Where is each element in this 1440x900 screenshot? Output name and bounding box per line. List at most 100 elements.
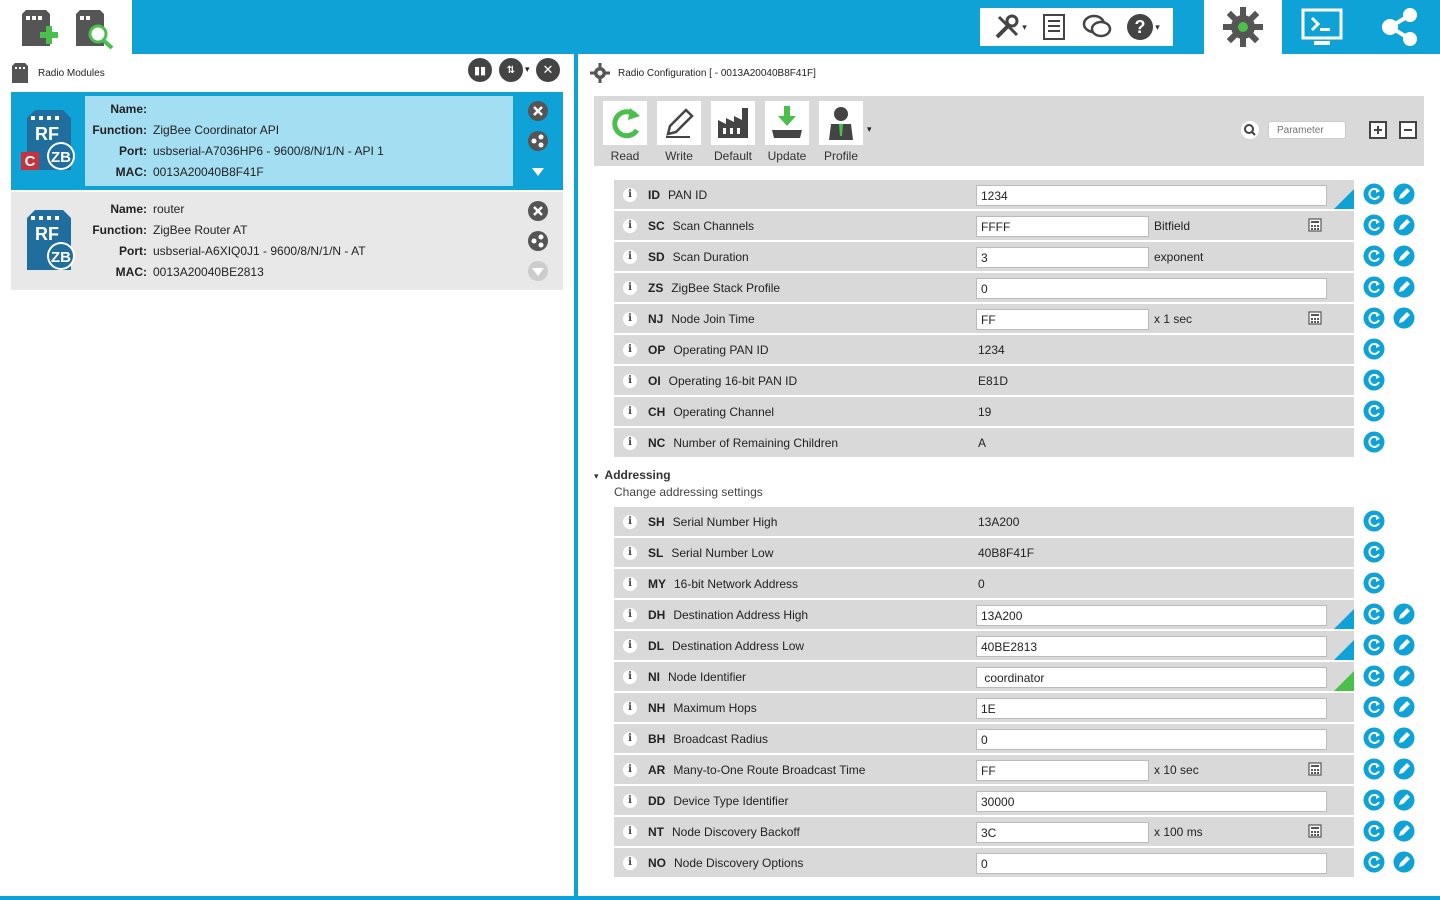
- read-param-icon[interactable]: [1363, 758, 1385, 780]
- info-icon[interactable]: i: [623, 700, 637, 715]
- param-value-input[interactable]: [976, 278, 1327, 299]
- info-icon[interactable]: i: [623, 187, 637, 202]
- network-mode-tab[interactable]: [1361, 0, 1439, 54]
- calculator-icon[interactable]: [1308, 762, 1322, 776]
- feedback-button[interactable]: [1082, 13, 1112, 41]
- param-value-input[interactable]: [976, 791, 1327, 812]
- collapse-caret-icon[interactable]: ▾: [594, 471, 599, 481]
- discover-network-icon[interactable]: [527, 230, 549, 252]
- write-param-icon[interactable]: [1393, 307, 1415, 329]
- default-button[interactable]: Default: [711, 101, 755, 163]
- info-icon[interactable]: i: [623, 824, 637, 839]
- param-value-input[interactable]: [976, 853, 1327, 874]
- discover-modules-icon[interactable]: [72, 6, 116, 50]
- expand-all-icon[interactable]: [1368, 120, 1388, 140]
- write-param-icon[interactable]: [1393, 820, 1415, 842]
- info-icon[interactable]: i: [623, 249, 637, 264]
- write-param-icon[interactable]: [1393, 851, 1415, 873]
- info-icon[interactable]: i: [623, 435, 637, 450]
- info-icon[interactable]: i: [623, 855, 637, 870]
- info-icon[interactable]: i: [623, 514, 637, 529]
- remove-module-icon[interactable]: [527, 100, 549, 122]
- read-param-icon[interactable]: [1363, 696, 1385, 718]
- addressing-section-header[interactable]: ▾ Addressing Change addressing settings: [594, 468, 763, 499]
- calculator-icon[interactable]: [1308, 824, 1322, 838]
- info-icon[interactable]: i: [623, 731, 637, 746]
- read-param-icon[interactable]: [1363, 820, 1385, 842]
- info-icon[interactable]: i: [623, 311, 637, 326]
- profile-dropdown-arrow[interactable]: ▾: [867, 124, 872, 135]
- remove-module-icon[interactable]: [527, 200, 549, 222]
- configuration-mode-tab[interactable]: [1204, 0, 1282, 54]
- sort-button[interactable]: ⇅: [499, 58, 523, 82]
- read-param-icon[interactable]: [1363, 603, 1385, 625]
- read-param-icon[interactable]: [1363, 665, 1385, 687]
- write-param-icon[interactable]: [1393, 758, 1415, 780]
- param-value-input[interactable]: [976, 667, 1327, 688]
- read-param-icon[interactable]: [1363, 789, 1385, 811]
- calculator-icon[interactable]: [1308, 218, 1322, 232]
- info-icon[interactable]: i: [623, 669, 637, 684]
- read-param-icon[interactable]: [1363, 307, 1385, 329]
- read-param-icon[interactable]: [1363, 276, 1385, 298]
- read-param-icon[interactable]: [1363, 572, 1385, 594]
- read-param-icon[interactable]: [1363, 369, 1385, 391]
- read-param-icon[interactable]: [1363, 634, 1385, 656]
- write-param-icon[interactable]: [1393, 727, 1415, 749]
- info-icon[interactable]: i: [623, 607, 637, 622]
- read-param-icon[interactable]: [1363, 541, 1385, 563]
- collapse-all-icon[interactable]: [1398, 120, 1418, 140]
- help-button[interactable]: ? ▾: [1126, 13, 1160, 41]
- info-icon[interactable]: i: [623, 793, 637, 808]
- discover-network-icon[interactable]: [527, 130, 549, 152]
- grid-view-button[interactable]: ▮▮: [468, 58, 492, 82]
- param-value-input[interactable]: [976, 309, 1149, 330]
- param-value-input[interactable]: [976, 822, 1149, 843]
- info-icon[interactable]: i: [623, 342, 637, 357]
- info-icon[interactable]: i: [623, 545, 637, 560]
- read-param-icon[interactable]: [1363, 510, 1385, 532]
- read-param-icon[interactable]: [1363, 431, 1385, 453]
- read-param-icon[interactable]: [1363, 727, 1385, 749]
- calculator-icon[interactable]: [1308, 311, 1322, 325]
- write-param-icon[interactable]: [1393, 603, 1415, 625]
- panel-divider[interactable]: [574, 54, 578, 900]
- write-param-icon[interactable]: [1393, 183, 1415, 205]
- chevron-down-icon[interactable]: [527, 160, 549, 182]
- param-value-input[interactable]: [976, 636, 1327, 657]
- chevron-down-icon[interactable]: [527, 260, 549, 282]
- read-param-icon[interactable]: [1363, 400, 1385, 422]
- remove-all-modules-button[interactable]: ✕: [536, 58, 560, 82]
- info-icon[interactable]: i: [623, 404, 637, 419]
- write-param-icon[interactable]: [1393, 276, 1415, 298]
- write-param-icon[interactable]: [1393, 634, 1415, 656]
- write-param-icon[interactable]: [1393, 214, 1415, 236]
- radio-module-card[interactable]: RF ZB C Name: Function: ZigBee Coordinator …: [11, 92, 563, 190]
- param-value-input[interactable]: [976, 605, 1327, 626]
- param-value-input[interactable]: [976, 760, 1149, 781]
- consoles-mode-tab[interactable]: [1283, 0, 1361, 54]
- add-module-icon[interactable]: [16, 6, 60, 50]
- read-param-icon[interactable]: [1363, 245, 1385, 267]
- write-button[interactable]: Write: [657, 101, 701, 163]
- read-param-icon[interactable]: [1363, 214, 1385, 236]
- write-param-icon[interactable]: [1393, 789, 1415, 811]
- param-value-input[interactable]: [976, 216, 1149, 237]
- param-value-input[interactable]: [976, 729, 1327, 750]
- read-button[interactable]: Read: [603, 101, 647, 163]
- param-value-input[interactable]: [976, 185, 1327, 206]
- write-param-icon[interactable]: [1393, 696, 1415, 718]
- sort-dropdown-arrow[interactable]: ▾: [525, 64, 530, 75]
- info-icon[interactable]: i: [623, 638, 637, 653]
- write-param-icon[interactable]: [1393, 245, 1415, 267]
- info-icon[interactable]: i: [623, 373, 637, 388]
- update-button[interactable]: Update: [765, 101, 809, 163]
- info-icon[interactable]: i: [623, 762, 637, 777]
- param-value-input[interactable]: [976, 247, 1149, 268]
- xctu-log-button[interactable]: [1041, 13, 1067, 41]
- param-value-input[interactable]: [976, 698, 1327, 719]
- info-icon[interactable]: i: [623, 576, 637, 591]
- read-param-icon[interactable]: [1363, 338, 1385, 360]
- read-param-icon[interactable]: [1363, 851, 1385, 873]
- read-param-icon[interactable]: [1363, 183, 1385, 205]
